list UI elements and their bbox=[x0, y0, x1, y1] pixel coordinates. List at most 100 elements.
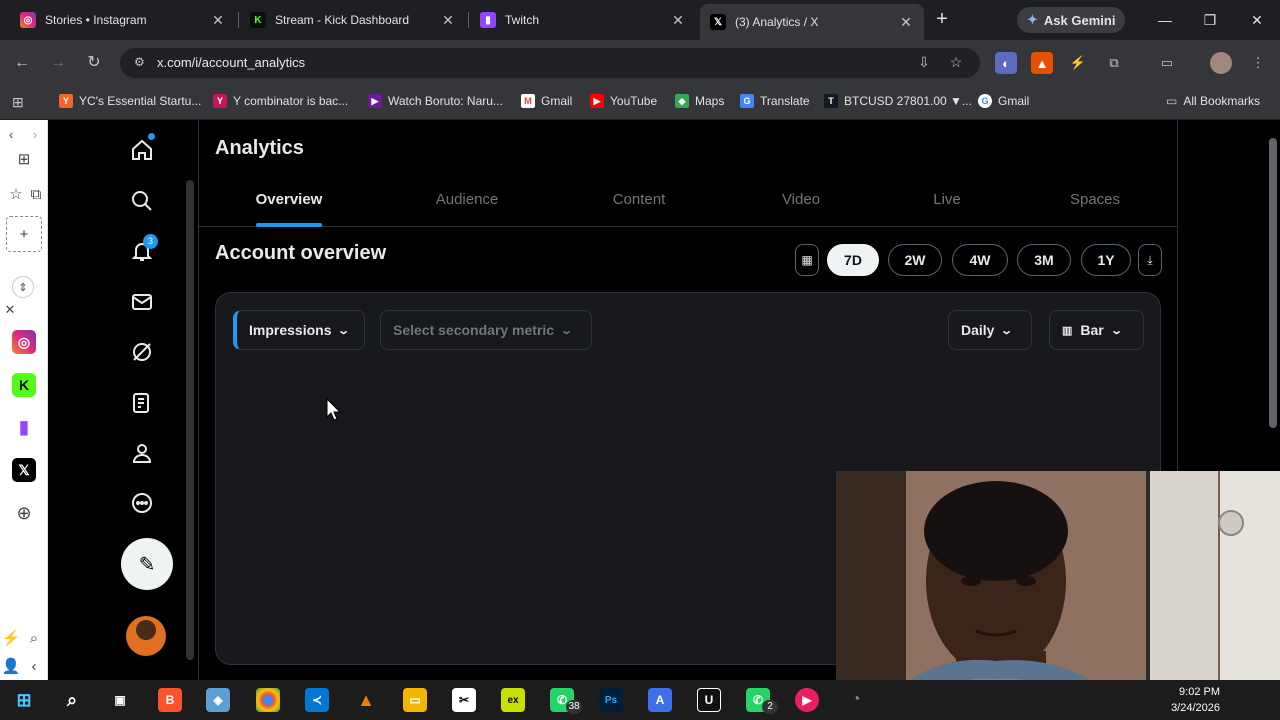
tab-kick[interactable]: K Stream - Kick Dashboard ✕ bbox=[240, 4, 466, 36]
capcut-icon[interactable]: ✂ bbox=[452, 688, 476, 712]
bookmark-item[interactable]: ▶ Watch Boruto: Naru... bbox=[368, 94, 503, 108]
range-7d-button[interactable]: 7D bbox=[827, 244, 879, 276]
profile-avatar[interactable] bbox=[1210, 52, 1232, 74]
tab-live[interactable]: Live bbox=[873, 172, 1021, 227]
ask-gemini-button[interactable]: ✦ Ask Gemini bbox=[1017, 7, 1126, 33]
vscode-icon[interactable]: ≺ bbox=[305, 688, 329, 712]
bookmark-item[interactable]: Y Y combinator is bac... bbox=[213, 94, 348, 108]
photoshop-icon[interactable]: Ps bbox=[599, 688, 623, 712]
unreal-engine-icon[interactable]: U bbox=[697, 688, 721, 712]
open-external-icon[interactable]: ⧉ bbox=[24, 182, 48, 206]
range-3m-button[interactable]: 3M bbox=[1017, 244, 1071, 276]
minimize-button[interactable]: — bbox=[1153, 8, 1177, 32]
close-icon[interactable]: ✕ bbox=[2, 298, 18, 322]
system-clock[interactable]: 9:02 PM 3/24/2026 bbox=[1160, 684, 1220, 716]
messages-icon[interactable] bbox=[129, 289, 155, 315]
instagram-icon[interactable]: ◎ bbox=[12, 330, 36, 354]
close-icon[interactable]: ✕ bbox=[210, 12, 226, 29]
lightning-icon[interactable]: ⚡ bbox=[2, 626, 21, 650]
apps-grid-icon[interactable]: ⊞ bbox=[12, 94, 24, 111]
search-icon[interactable]: ⌕ bbox=[24, 626, 44, 650]
download-icon[interactable]: ⤓ bbox=[1138, 244, 1162, 276]
new-tab-button[interactable]: + bbox=[930, 8, 954, 32]
twitch-icon[interactable]: ▮ bbox=[12, 415, 36, 439]
menu-icon[interactable]: ⋮ bbox=[1247, 52, 1269, 74]
primary-metric-dropdown[interactable]: Impressions ⌄ bbox=[233, 310, 365, 350]
app-store-icon[interactable]: A bbox=[648, 688, 672, 712]
grok-icon[interactable] bbox=[129, 339, 155, 365]
bookmark-item[interactable]: T BTCUSD 27801.00 ▼... bbox=[824, 94, 972, 108]
site-info-icon[interactable]: ⚙ bbox=[134, 55, 150, 71]
chart-type-dropdown[interactable]: ▥ Bar ⌄ bbox=[1049, 310, 1144, 350]
tab-x-analytics[interactable]: 𝕏 (3) Analytics / X ✕ bbox=[700, 4, 924, 40]
range-1y-button[interactable]: 1Y bbox=[1081, 244, 1131, 276]
side-panel-icon[interactable]: ▭ bbox=[1156, 52, 1178, 74]
range-4w-button[interactable]: 4W bbox=[952, 244, 1008, 276]
all-bookmarks-button[interactable]: ▭ All Bookmarks bbox=[1166, 94, 1260, 108]
collapse-panel-icon[interactable]: ‹ bbox=[24, 654, 44, 678]
url-text[interactable]: x.com/i/account_analytics bbox=[157, 55, 305, 70]
extensions-icon[interactable]: ⧉ bbox=[1103, 52, 1125, 74]
home-icon[interactable] bbox=[129, 137, 155, 163]
address-bar[interactable]: ⚙ x.com/i/account_analytics ⇩ ☆ bbox=[120, 48, 980, 78]
task-view-icon[interactable]: ▣ bbox=[108, 688, 132, 712]
close-icon[interactable]: ✕ bbox=[898, 14, 914, 31]
panel-back-icon[interactable]: ‹ bbox=[4, 122, 18, 146]
person-icon[interactable]: 👤 bbox=[2, 654, 21, 678]
vlc-icon[interactable]: ▲ bbox=[354, 688, 378, 712]
back-button[interactable]: ← bbox=[10, 51, 34, 75]
brave-icon[interactable]: B bbox=[158, 688, 182, 712]
tab-content[interactable]: Content bbox=[565, 172, 713, 227]
windows-start-icon[interactable]: ⊞ bbox=[12, 688, 36, 712]
tab-twitch[interactable]: ▮ Twitch ✕ bbox=[470, 4, 696, 36]
account-avatar[interactable] bbox=[126, 616, 166, 656]
3d-box-icon[interactable]: ◈ bbox=[206, 688, 230, 712]
close-icon[interactable]: ✕ bbox=[670, 12, 686, 29]
bookmark-item[interactable]: M Gmail bbox=[521, 94, 572, 108]
bookmark-item[interactable]: ▶ YouTube bbox=[590, 94, 657, 108]
add-panel-button[interactable]: + bbox=[6, 216, 42, 252]
tab-video[interactable]: Video bbox=[727, 172, 875, 227]
granularity-dropdown[interactable]: Daily ⌄ bbox=[948, 310, 1032, 350]
close-icon[interactable]: ✕ bbox=[440, 12, 456, 29]
tab-audience[interactable]: Audience bbox=[393, 172, 541, 227]
kick-icon[interactable]: K bbox=[12, 373, 36, 397]
metamask-icon[interactable]: ▲ bbox=[1031, 52, 1053, 74]
restore-button[interactable]: ❐ bbox=[1198, 8, 1222, 32]
extension-1-icon[interactable]: ◐ bbox=[995, 52, 1017, 74]
file-explorer-icon[interactable]: ▭ bbox=[403, 688, 427, 712]
bookmark-item[interactable]: G Translate bbox=[740, 94, 810, 108]
calendar-icon[interactable]: ▦ bbox=[795, 244, 819, 276]
tab-spaces[interactable]: Spaces bbox=[1021, 172, 1169, 227]
tab-overview[interactable]: Overview bbox=[215, 172, 363, 227]
search-icon[interactable]: ⌕ bbox=[60, 688, 84, 712]
nav-scrollbar[interactable] bbox=[186, 180, 194, 660]
speedometer-icon[interactable]: ◔ bbox=[844, 688, 868, 712]
bookmark-item[interactable]: G Gmail bbox=[978, 94, 1029, 108]
secondary-metric-dropdown[interactable]: Select secondary metric ⌄ bbox=[380, 310, 592, 350]
profile-icon[interactable] bbox=[129, 440, 155, 466]
forward-button[interactable]: → bbox=[46, 51, 70, 75]
bookmark-star-icon[interactable]: ☆ bbox=[947, 54, 965, 72]
bookmark-item[interactable]: Y YC's Essential Startu... bbox=[59, 94, 201, 108]
media-player-icon[interactable]: ▶ bbox=[795, 688, 819, 712]
panel-forward-icon[interactable]: › bbox=[28, 122, 42, 146]
search-icon[interactable] bbox=[129, 188, 155, 214]
expand-collapse-icon[interactable]: ⇕ bbox=[12, 276, 34, 298]
exness-icon[interactable]: ex bbox=[501, 688, 525, 712]
lists-icon[interactable] bbox=[129, 390, 155, 416]
tab-instagram[interactable]: ◎ Stories • Instagram ✕ bbox=[10, 4, 236, 36]
range-2w-button[interactable]: 2W bbox=[888, 244, 942, 276]
add-app-icon[interactable]: ⊕ bbox=[12, 501, 36, 525]
close-window-button[interactable]: ✕ bbox=[1245, 8, 1269, 32]
x-icon[interactable]: 𝕏 bbox=[12, 458, 36, 482]
bookmark-item[interactable]: ◆ Maps bbox=[675, 94, 724, 108]
workspaces-icon[interactable]: ⊞ bbox=[12, 147, 36, 171]
lightning-extension-icon[interactable]: ⚡ bbox=[1067, 52, 1089, 74]
compose-post-button[interactable]: ✎ bbox=[121, 538, 173, 590]
reload-button[interactable]: ↻ bbox=[82, 51, 106, 75]
chrome-icon[interactable] bbox=[256, 688, 280, 712]
install-app-icon[interactable]: ⇩ bbox=[915, 54, 933, 72]
scrollbar-thumb[interactable] bbox=[1269, 138, 1277, 428]
more-icon[interactable] bbox=[129, 490, 155, 516]
